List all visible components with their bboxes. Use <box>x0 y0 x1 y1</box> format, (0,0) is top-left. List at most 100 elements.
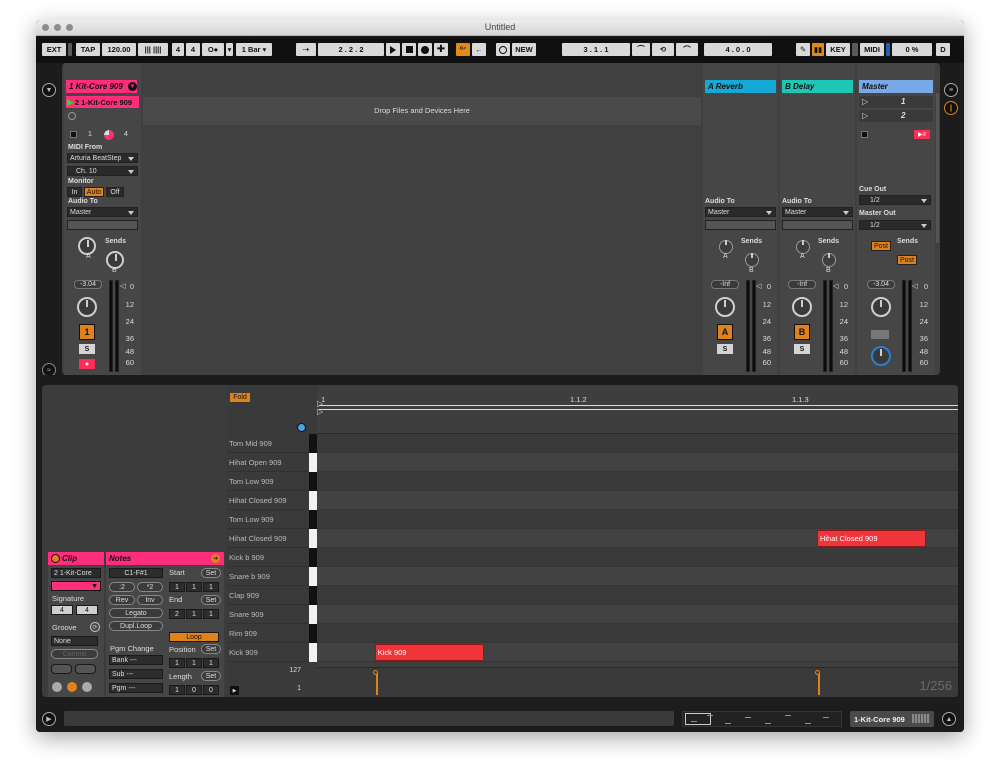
start-set-button[interactable]: Set <box>201 568 221 578</box>
scene-launch-icon[interactable]: ▷ <box>862 111 868 120</box>
grid-row[interactable] <box>317 453 958 472</box>
detail-toggle-up-icon[interactable]: ▲ <box>942 712 956 726</box>
ext-sync-button[interactable]: EXT <box>42 43 66 56</box>
start-bar[interactable]: 1 <box>169 582 185 592</box>
send-a-knob[interactable] <box>719 240 733 254</box>
groove-select[interactable]: None <box>51 636 98 646</box>
note-range-field[interactable]: C1-F#1 <box>109 568 163 578</box>
info-toggle-arrow-icon[interactable]: ▶ <box>42 712 56 726</box>
pgm-field[interactable]: Pgm --- <box>109 683 163 693</box>
quantize-menu[interactable]: 1 Bar ▾ <box>236 43 272 56</box>
master-pan-knob[interactable] <box>871 297 891 317</box>
notes-panel-arrow-icon[interactable]: ➜ <box>211 554 220 563</box>
velocity-lane[interactable]: 1/256 <box>317 667 958 697</box>
key-row-label[interactable]: Hihat Open 909 <box>227 453 309 472</box>
midi-channel-select[interactable]: Ch. 10 <box>67 166 138 176</box>
invert-button[interactable]: Inv <box>137 595 163 605</box>
start-sixteenth[interactable]: 1 <box>203 582 219 592</box>
track-activator-button[interactable]: A <box>717 324 733 340</box>
clip-signature-denominator[interactable]: 4 <box>76 605 98 615</box>
bank-field[interactable]: Bank --- <box>109 655 163 665</box>
duplicate-loop-button[interactable]: Dupl.Loop <box>109 621 163 631</box>
preview-toggle-icon[interactable] <box>297 423 306 432</box>
loop-toggle-button[interactable]: Loop <box>169 632 219 642</box>
pan-knob[interactable] <box>715 297 735 317</box>
clip-signature-numerator[interactable]: 4 <box>51 605 73 615</box>
key-row-label[interactable]: Hihat Closed 909 <box>227 529 309 548</box>
clip-nav-button-left[interactable] <box>51 664 72 674</box>
pan-knob[interactable] <box>792 297 812 317</box>
length-bar[interactable]: 1 <box>169 685 185 695</box>
grid-row[interactable] <box>317 472 958 491</box>
grid-row[interactable] <box>317 567 958 586</box>
overdub-button[interactable]: ✚ <box>434 43 448 56</box>
punch-in-button[interactable]: ⏜ <box>632 43 650 56</box>
track-activator-button[interactable]: B <box>794 324 810 340</box>
computer-midi-keyboard-button[interactable]: ▮▮ <box>812 43 824 56</box>
record-button[interactable] <box>418 43 432 56</box>
loop-length-field[interactable]: 4 . 0 . 0 <box>704 43 772 56</box>
stop-all-clips-icon[interactable] <box>861 131 868 138</box>
legato-button[interactable]: Legato <box>109 608 163 618</box>
session-record-button[interactable] <box>496 43 510 56</box>
solo-button[interactable]: S <box>794 344 810 354</box>
drop-area[interactable]: Drop Files and Devices Here <box>143 97 701 125</box>
session-view-toggle-icon[interactable]: ≡ <box>944 83 958 97</box>
clip-nav-button-right[interactable] <box>75 664 96 674</box>
monitor-pie-icon[interactable] <box>104 130 114 140</box>
clip-box-envelopes-icon[interactable] <box>82 682 92 692</box>
track-fold-chevron-down-icon[interactable]: ▼ <box>128 82 137 91</box>
audio-to-channel-select[interactable] <box>67 220 138 230</box>
nudge-buttons[interactable]: ||| |||| <box>138 43 168 56</box>
audio-to-channel-select[interactable] <box>705 220 776 230</box>
monitor-off-button[interactable]: Off <box>106 187 124 197</box>
signature-denominator[interactable]: 4 <box>186 43 200 56</box>
key-row-label[interactable]: Kick 909 <box>227 643 309 662</box>
track-volume-display[interactable]: -Inf <box>711 280 739 289</box>
grid-row[interactable] <box>317 624 958 643</box>
velocity-lane-toggle-icon[interactable]: ▶ <box>230 686 239 695</box>
solo-button[interactable]: S <box>717 344 733 354</box>
clip-box-notes-icon[interactable] <box>67 682 77 692</box>
midi-note[interactable]: Hihat Closed 909 <box>816 530 926 547</box>
view-splitter[interactable] <box>36 375 964 385</box>
ruler[interactable]: 1 1.1.2 1.1.3 ▷ ▷ <box>317 391 958 416</box>
velocity-stem[interactable] <box>375 673 378 695</box>
track-title[interactable]: B Delay <box>782 80 853 93</box>
cue-post-button[interactable]: Post <box>871 241 891 251</box>
arrangement-position[interactable]: 2 . 2 . 2 <box>318 43 384 56</box>
tap-tempo-button[interactable]: TAP <box>76 43 100 56</box>
master-out-select[interactable]: 1/2 <box>859 220 931 230</box>
track-title[interactable]: Master <box>859 80 933 93</box>
length-set-button[interactable]: Set <box>201 671 221 681</box>
end-set-button[interactable]: Set <box>201 595 221 605</box>
arm-button[interactable]: ● <box>79 359 95 369</box>
position-bar[interactable]: 1 <box>169 658 185 668</box>
automation-arm-button[interactable]: ⁰ᐟ <box>456 43 470 56</box>
key-row-label[interactable]: Kick b 909 <box>227 548 309 567</box>
start-beat[interactable]: 1 <box>186 582 202 592</box>
key-row-label[interactable]: Tom Low 909 <box>227 510 309 529</box>
scene-2[interactable]: ▷ 2 <box>859 110 933 122</box>
audio-to-channel-select[interactable] <box>782 220 853 230</box>
cue-out-select[interactable]: 1/2 <box>859 195 931 205</box>
master-post-button[interactable]: Post <box>897 255 917 265</box>
metronome-menu-chevron-icon[interactable]: ▾ <box>226 43 233 56</box>
key-row-label[interactable]: Clap 909 <box>227 586 309 605</box>
midi-from-select[interactable]: Arturia BeatStep <box>67 153 138 163</box>
grid-row[interactable] <box>317 434 958 453</box>
tempo-field[interactable]: 120.00 <box>102 43 136 56</box>
clip-name-field[interactable]: 2 1-Kit-Core <box>51 568 101 578</box>
velocity-stem[interactable] <box>817 673 820 695</box>
fold-button[interactable]: Fold <box>230 393 250 402</box>
master-record-button[interactable]: ▶≡ <box>914 130 930 139</box>
end-beat[interactable]: 1 <box>186 609 202 619</box>
end-bar[interactable]: 2 <box>169 609 185 619</box>
loop-brace[interactable] <box>319 405 958 410</box>
length-sixteenth[interactable]: 0 <box>203 685 219 695</box>
clip-slot[interactable]: ▶ 2 1-Kit-Core 909 <box>66 96 139 108</box>
position-beat[interactable]: 1 <box>186 658 202 668</box>
half-tempo-button[interactable]: :2 <box>109 582 135 592</box>
send-b-knob[interactable] <box>822 253 836 267</box>
reverse-button[interactable]: Rev <box>109 595 135 605</box>
